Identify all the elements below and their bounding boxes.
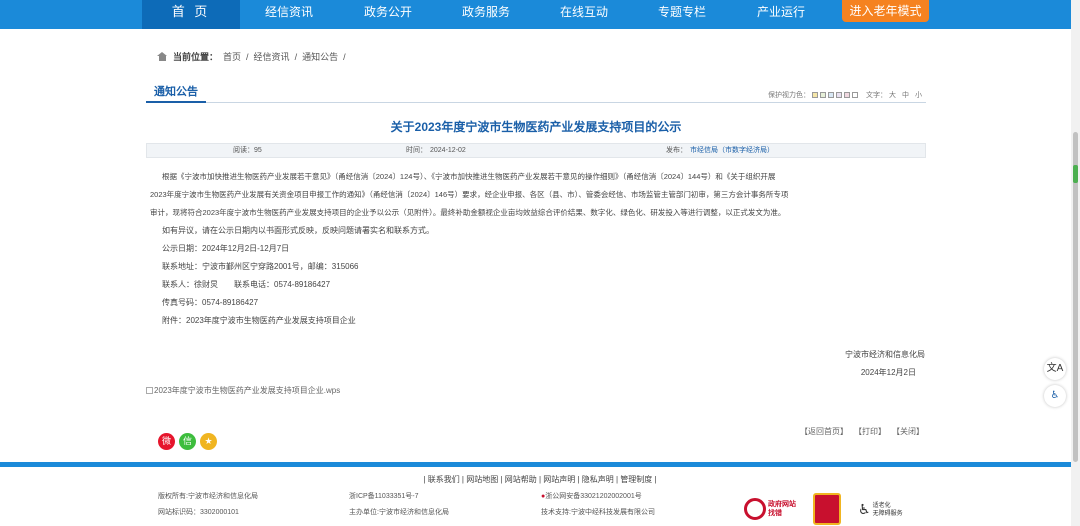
site-code: 网站标识码：3302000101 bbox=[158, 509, 239, 516]
wechat-icon[interactable]: 信 bbox=[179, 433, 196, 450]
gov-error-line1: 政府网站 bbox=[768, 501, 796, 508]
attachment-name[interactable]: 2023年度宁波市生物医药产业发展支持项目企业.wps bbox=[154, 385, 340, 396]
scrollbar[interactable] bbox=[1071, 0, 1080, 526]
view-count: 阅读：95 bbox=[233, 147, 262, 154]
font-size-large[interactable]: 大 bbox=[889, 90, 896, 100]
article-actions: 【返回首页】 【打印】 【关闭】 bbox=[800, 426, 924, 437]
tech-support: 技术支持:宁波中经科技发展有限公司 bbox=[541, 509, 655, 516]
font-size-label: 文字： bbox=[866, 92, 887, 99]
page: 首 页 经信资讯 政务公开 政务服务 在线互动 专题专栏 产业运行 进入老年模式… bbox=[0, 0, 1080, 526]
nav-item-topics[interactable]: 专题专栏 bbox=[637, 0, 727, 29]
nav-item-service[interactable]: 政务服务 bbox=[441, 0, 531, 29]
breadcrumb-news[interactable]: 经信资讯 bbox=[254, 50, 290, 63]
breadcrumb: 当前位置： 首页 / 经信资讯 / 通知公告 / bbox=[157, 50, 346, 63]
accessibility-line2: 无障碍服务 bbox=[872, 510, 903, 517]
source: 市经信局（市数字经济局） bbox=[690, 147, 774, 154]
accessibility-text: 适老化 无障碍服务 bbox=[873, 502, 903, 518]
breadcrumb-sep: / bbox=[294, 51, 298, 62]
nav-item-interaction[interactable]: 在线互动 bbox=[539, 0, 629, 29]
copyright: 版权所有:宁波市经济和信息化局 bbox=[158, 493, 258, 500]
party-gov-badge[interactable] bbox=[813, 493, 841, 525]
eye-color-swatch[interactable] bbox=[852, 92, 858, 98]
section-header: 通知公告 保护视力色： 文字： 大 中 小 bbox=[146, 85, 926, 103]
attachment-link[interactable]: 2023年度宁波市生物医药产业发展支持项目企业.wps bbox=[146, 385, 340, 396]
eye-color-swatch[interactable] bbox=[828, 92, 834, 98]
nav-item-news[interactable]: 经信资讯 bbox=[244, 0, 334, 29]
gov-error-logo bbox=[744, 498, 766, 520]
home-icon bbox=[157, 52, 168, 61]
sign-date: 2024年12月2日 bbox=[860, 368, 916, 377]
weibo-icon[interactable]: 微 bbox=[158, 433, 175, 450]
contact-line: 联系人：徐财炅 联系电话：0574-89186427 bbox=[162, 280, 331, 289]
paragraph-line: 审计，现将符合2023年度宁波市生物医药产业发展支持项目的企业予以公示（见附件）… bbox=[150, 208, 786, 217]
elder-mode-button[interactable]: 进入老年模式 bbox=[842, 0, 929, 22]
back-home-link[interactable]: 【返回首页】 bbox=[800, 426, 848, 437]
icp-link[interactable]: 浙ICP备11033351号-7 bbox=[349, 489, 449, 505]
favorite-icon[interactable]: ★ bbox=[200, 433, 217, 450]
breadcrumb-label: 当前位置： bbox=[173, 52, 219, 62]
paragraph-line: 根据《宁波市加快推进生物医药产业发展若干意见》（甬经信消〔2024〕124号）、… bbox=[162, 172, 776, 181]
publish-time: 2024-12-02 bbox=[430, 147, 466, 154]
article-meta: 阅读：95 时间： 2024-12-02 发布： 市经信局（市数字经济局） bbox=[146, 143, 926, 158]
scrollbar-marker bbox=[1073, 165, 1078, 183]
paragraph-line: 2023年度宁波市生物医药产业发展有关资金项目申报工作的通知》（甬经信消〔202… bbox=[150, 190, 789, 199]
accessibility-badge[interactable]: ♿ 适老化 无障碍服务 bbox=[858, 501, 903, 518]
publish-time-label: 时间： bbox=[406, 147, 427, 154]
footer-bar bbox=[0, 462, 1080, 467]
font-size-medium[interactable]: 中 bbox=[902, 90, 909, 100]
top-nav: 首 页 经信资讯 政务公开 政务服务 在线互动 专题专栏 产业运行 进入老年模式 bbox=[0, 0, 1080, 29]
sponsor: 主办单位:宁波市经济和信息化局 bbox=[349, 509, 449, 516]
section-title: 通知公告 bbox=[146, 85, 206, 103]
file-icon bbox=[146, 387, 153, 394]
share-bar: 微 信 ★ bbox=[158, 433, 217, 450]
nav-item-public[interactable]: 政务公开 bbox=[343, 0, 433, 29]
nav-item-industry[interactable]: 产业运行 bbox=[736, 0, 826, 29]
reading-tools: 保护视力色： 文字： 大 中 小 bbox=[768, 90, 922, 100]
article-body: 根据《宁波市加快推进生物医药产业发展若干意见》（甬经信消〔2024〕124号）、… bbox=[146, 168, 926, 330]
eye-color-swatch[interactable] bbox=[820, 92, 826, 98]
gov-error-line2: 找错 bbox=[768, 510, 782, 517]
footer: | 联系我们 | 网站地图 | 网站帮助 | 网站声明 | 隐私声明 | 管理制… bbox=[0, 462, 1080, 526]
address-line: 联系地址：宁波市鄞州区宁穿路2001号，邮编：315066 bbox=[162, 262, 359, 271]
eye-care-label: 保护视力色： bbox=[768, 92, 810, 99]
nav-home[interactable]: 首 页 bbox=[142, 0, 240, 29]
eye-color-swatch[interactable] bbox=[844, 92, 850, 98]
print-link[interactable]: 【打印】 bbox=[854, 426, 886, 437]
font-size-small[interactable]: 小 bbox=[915, 90, 922, 100]
wheelchair-icon: ♿ bbox=[858, 501, 871, 517]
footer-col-2: 浙ICP备11033351号-7 主办单位:宁波市经济和信息化局 bbox=[349, 489, 449, 521]
footer-links[interactable]: | 联系我们 | 网站地图 | 网站帮助 | 网站声明 | 隐私声明 | 管理制… bbox=[0, 474, 1080, 485]
police-record[interactable]: ●浙公网安备33021202002001号 bbox=[541, 489, 655, 505]
breadcrumb-sep: / bbox=[343, 51, 346, 62]
fax-line: 传真号码：0574-89186427 bbox=[162, 298, 259, 307]
article-title: 关于2023年度宁波市生物医药产业发展支持项目的公示 bbox=[390, 120, 682, 134]
breadcrumb-home[interactable]: 首页 bbox=[223, 50, 241, 63]
gov-error-badge[interactable]: 政府网站 找错 bbox=[744, 498, 796, 520]
breadcrumb-sep: / bbox=[246, 51, 249, 62]
footer-col-3: ●浙公网安备33021202002001号 技术支持:宁波中经科技发展有限公司 bbox=[541, 489, 655, 521]
date-line: 公示日期：2024年12月2日-12月7日 bbox=[162, 244, 290, 253]
translate-icon[interactable]: 文A bbox=[1044, 358, 1066, 380]
signature: 宁波市经济和信息化局 bbox=[845, 350, 925, 359]
accessibility-line1: 适老化 bbox=[872, 502, 891, 509]
accessibility-float-icon[interactable]: ♿ bbox=[1044, 385, 1066, 407]
gov-error-text: 政府网站 找错 bbox=[768, 500, 796, 518]
eye-color-swatch[interactable] bbox=[836, 92, 842, 98]
footer-col-1: 版权所有:宁波市经济和信息化局 网站标识码：3302000101 bbox=[158, 489, 258, 521]
close-link[interactable]: 【关闭】 bbox=[892, 426, 924, 437]
article-paragraph: 根据《宁波市加快推进生物医药产业发展若干意见》（甬经信消〔2024〕124号）、… bbox=[146, 168, 926, 222]
eye-color-swatch[interactable] bbox=[812, 92, 818, 98]
breadcrumb-notice[interactable]: 通知公告 bbox=[302, 50, 338, 63]
attachment-line: 附件：2023年度宁波市生物医药产业发展支持项目企业 bbox=[162, 316, 356, 325]
objection-line: 如有异议，请在公示日期内以书面形式反映，反映问题请署实名和联系方式。 bbox=[162, 226, 434, 235]
source-label: 发布： bbox=[666, 147, 687, 154]
party-gov-logo bbox=[813, 493, 841, 525]
